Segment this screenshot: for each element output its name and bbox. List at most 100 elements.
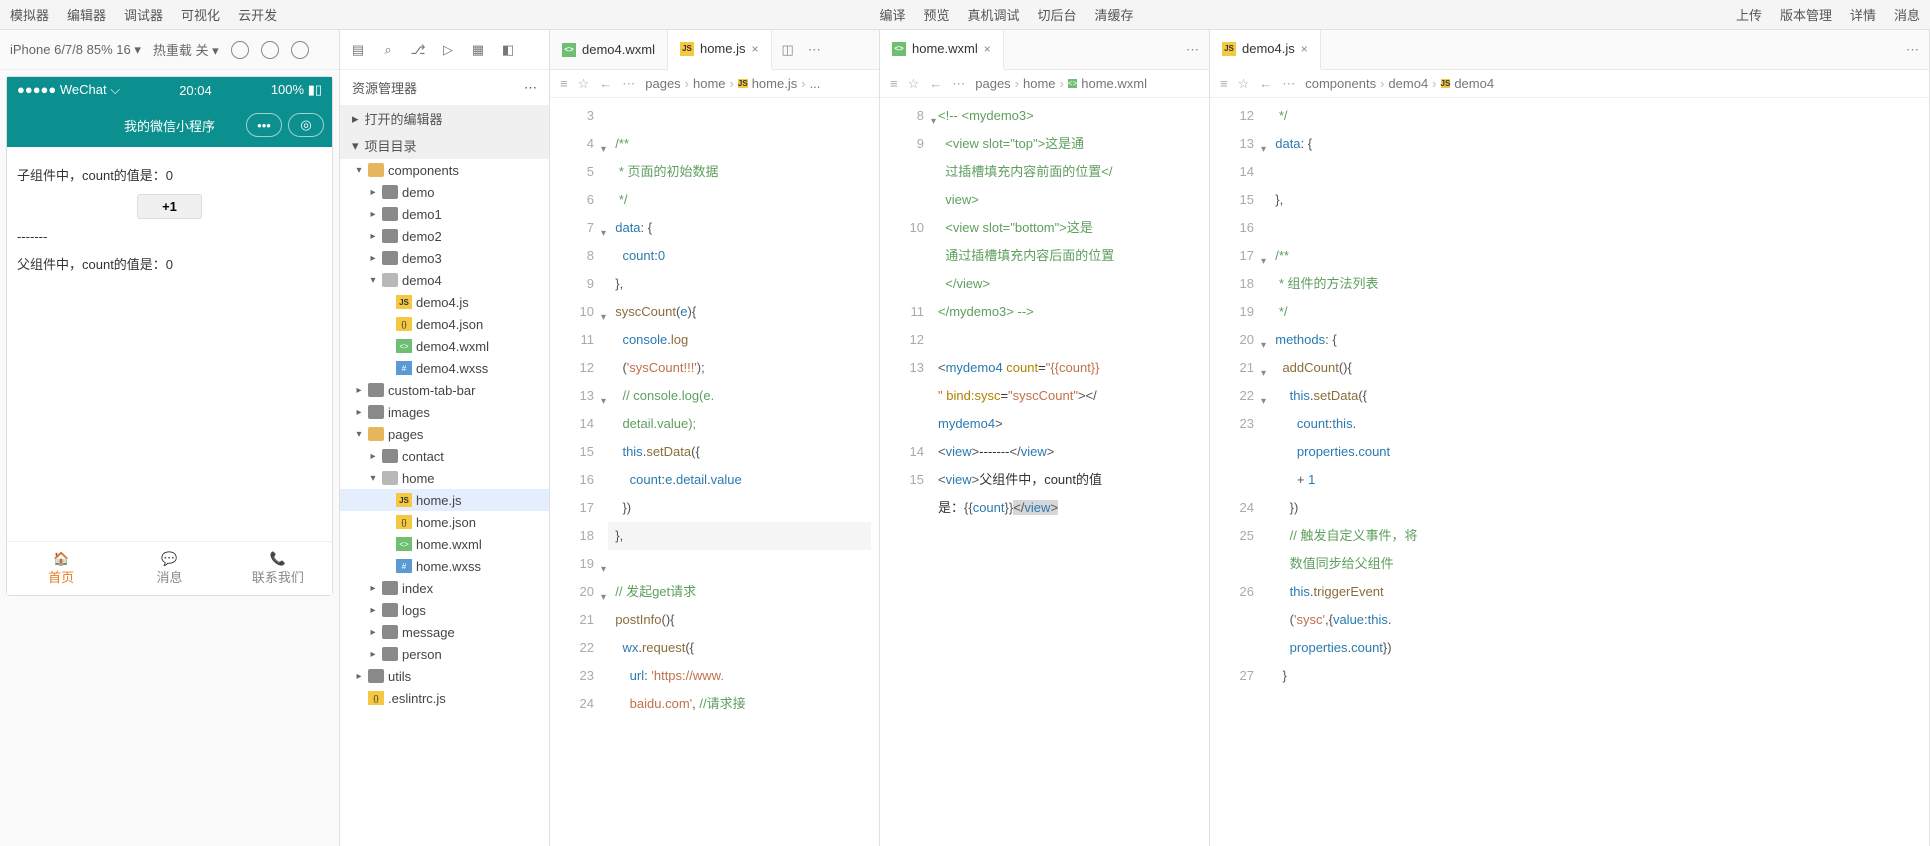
split-icon[interactable]: ◫ xyxy=(782,42,794,58)
menu-item[interactable]: 消息 xyxy=(1894,5,1920,24)
tree-node[interactable]: JSdemo4.js xyxy=(340,291,549,313)
tree-node[interactable]: JShome.js xyxy=(340,489,549,511)
editors-area: <>demo4.wxml JShome.js× ◫ ⋯ ≡ ☆ ← ⋯ pages… xyxy=(550,30,1930,846)
docker-icon[interactable]: ◧ xyxy=(500,42,516,58)
tree-node[interactable]: <>demo4.wxml xyxy=(340,335,549,357)
tree-node[interactable]: ▸custom-tab-bar xyxy=(340,379,549,401)
phone-tab-2[interactable]: 📞联系我们 xyxy=(224,542,332,595)
menu-item[interactable]: 上传 xyxy=(1736,5,1762,24)
capsule-menu-icon[interactable]: ••• xyxy=(246,113,282,137)
debug-icon[interactable]: ▷ xyxy=(440,42,456,58)
project-section[interactable]: ▾项目目录 xyxy=(340,132,549,159)
tree-node[interactable]: ▸message xyxy=(340,621,549,643)
more-icon[interactable]: ⋯ xyxy=(808,42,821,58)
orient-icon[interactable] xyxy=(291,41,309,59)
tree-node[interactable]: {}.eslintrc.js xyxy=(340,687,549,709)
branch-icon[interactable]: ⎇ xyxy=(410,42,426,58)
more-icon[interactable]: ⋯ xyxy=(622,76,635,92)
phone-tab-0[interactable]: 🏠首页 xyxy=(7,542,115,595)
back-icon[interactable]: ← xyxy=(1259,76,1272,91)
capsule-close-icon[interactable]: ◎ xyxy=(288,113,324,137)
tree-node[interactable]: ▸contact xyxy=(340,445,549,467)
menu-item[interactable]: 云开发 xyxy=(238,5,277,24)
close-icon[interactable]: × xyxy=(1301,42,1308,56)
crumb[interactable]: home.js xyxy=(752,76,798,91)
menu-item[interactable]: 调试器 xyxy=(124,5,163,24)
tab-home-js[interactable]: JShome.js× xyxy=(668,30,772,70)
more-icon[interactable]: ⋯ xyxy=(1282,76,1295,92)
list-icon[interactable]: ≡ xyxy=(560,76,568,91)
refresh-icon[interactable] xyxy=(231,41,249,59)
tree-node[interactable]: #home.wxss xyxy=(340,555,549,577)
menu-item[interactable]: 编辑器 xyxy=(67,5,106,24)
crumb[interactable]: home xyxy=(693,76,726,91)
bookmark-icon[interactable]: ☆ xyxy=(1238,76,1250,92)
crumb[interactable]: pages xyxy=(975,76,1010,91)
more-icon[interactable]: ⋯ xyxy=(524,80,537,96)
menu-item[interactable]: 真机调试 xyxy=(968,5,1020,24)
close-icon[interactable]: × xyxy=(752,42,759,56)
tree-node[interactable]: ▸demo xyxy=(340,181,549,203)
back-icon[interactable]: ← xyxy=(599,76,612,91)
tree-node[interactable]: ▾pages xyxy=(340,423,549,445)
code-1[interactable]: 34▾567▾8910▾111213▾141516171819▾20▾21222… xyxy=(550,98,879,846)
tree-node[interactable]: ▾demo4 xyxy=(340,269,549,291)
tree-node[interactable]: ▾home xyxy=(340,467,549,489)
code-2[interactable]: 8▾9101112131415<!-- <mydemo3> <view slot… xyxy=(880,98,1209,846)
tree-node[interactable]: #demo4.wxss xyxy=(340,357,549,379)
plus-one-button[interactable]: +1 xyxy=(137,194,202,219)
files-icon[interactable]: ▤ xyxy=(350,42,366,58)
tree-node[interactable]: ▸demo1 xyxy=(340,203,549,225)
ext-icon[interactable]: ▦ xyxy=(470,42,486,58)
menu-item[interactable]: 版本管理 xyxy=(1780,5,1832,24)
list-icon[interactable]: ≡ xyxy=(1220,76,1228,91)
tree-node[interactable]: {}home.json xyxy=(340,511,549,533)
tree-node[interactable]: ▸utils xyxy=(340,665,549,687)
crumb[interactable]: home xyxy=(1023,76,1056,91)
crumb[interactable]: components xyxy=(1305,76,1376,91)
hotreload-select[interactable]: 热重载 关 ▾ xyxy=(153,40,219,59)
menu-item[interactable]: 清缓存 xyxy=(1095,5,1134,24)
tree-node[interactable]: {}demo4.json xyxy=(340,313,549,335)
explorer-pane: ▤ ⌕ ⎇ ▷ ▦ ◧ 资源管理器 ⋯ ▸打开的编辑器 ▾项目目录 ▾compo… xyxy=(340,30,550,846)
menu-item[interactable]: 预览 xyxy=(923,5,949,24)
menu-item[interactable]: 可视化 xyxy=(181,5,220,24)
tree-node[interactable]: <>home.wxml xyxy=(340,533,549,555)
more-icon[interactable]: ⋯ xyxy=(1906,42,1919,58)
back-icon[interactable]: ← xyxy=(929,76,942,91)
phone-tabbar: 🏠首页💬消息📞联系我们 xyxy=(7,541,332,595)
tree-node[interactable]: ▸logs xyxy=(340,599,549,621)
open-editors-section[interactable]: ▸打开的编辑器 xyxy=(340,105,549,132)
tab-demo4-js[interactable]: JSdemo4.js× xyxy=(1210,30,1321,70)
menu-item[interactable]: 模拟器 xyxy=(10,5,49,24)
menu-item[interactable]: 切后台 xyxy=(1038,5,1077,24)
bookmark-icon[interactable]: ☆ xyxy=(908,76,920,92)
crumb[interactable]: home.wxml xyxy=(1081,76,1147,91)
bookmark-icon[interactable]: ☆ xyxy=(578,76,590,92)
tree-node[interactable]: ▾components xyxy=(340,159,549,181)
tab-demo4-wxml[interactable]: <>demo4.wxml xyxy=(550,30,668,70)
close-icon[interactable]: × xyxy=(984,42,991,56)
crumb[interactable]: demo4 xyxy=(1454,76,1494,91)
crumb[interactable]: pages xyxy=(645,76,680,91)
tab-home-wxml[interactable]: <>home.wxml× xyxy=(880,30,1004,70)
stop-icon[interactable] xyxy=(261,41,279,59)
phone-tab-1[interactable]: 💬消息 xyxy=(115,542,223,595)
device-select[interactable]: iPhone 6/7/8 85% 16 ▾ xyxy=(10,42,141,58)
more-icon[interactable]: ⋯ xyxy=(1186,42,1199,58)
editor-col-2: <>home.wxml× ⋯ ≡ ☆ ← ⋯ pages› home› <>ho… xyxy=(880,30,1210,846)
menu-item[interactable]: 编译 xyxy=(879,5,905,24)
tree-node[interactable]: ▸images xyxy=(340,401,549,423)
code-3[interactable]: 1213▾14151617▾181920▾21▾22▾2324252627 */… xyxy=(1210,98,1929,846)
search-icon[interactable]: ⌕ xyxy=(380,42,396,58)
tree-node[interactable]: ▸person xyxy=(340,643,549,665)
parent-count-text: 父组件中，count的值是：0 xyxy=(17,254,322,273)
tree-node[interactable]: ▸demo2 xyxy=(340,225,549,247)
tree-node[interactable]: ▸index xyxy=(340,577,549,599)
crumb[interactable]: demo4 xyxy=(1388,76,1428,91)
more-icon[interactable]: ⋯ xyxy=(952,76,965,92)
menu-item[interactable]: 详情 xyxy=(1850,5,1876,24)
tabbar-1: <>demo4.wxml JShome.js× ◫ ⋯ xyxy=(550,30,879,70)
tree-node[interactable]: ▸demo3 xyxy=(340,247,549,269)
list-icon[interactable]: ≡ xyxy=(890,76,898,91)
